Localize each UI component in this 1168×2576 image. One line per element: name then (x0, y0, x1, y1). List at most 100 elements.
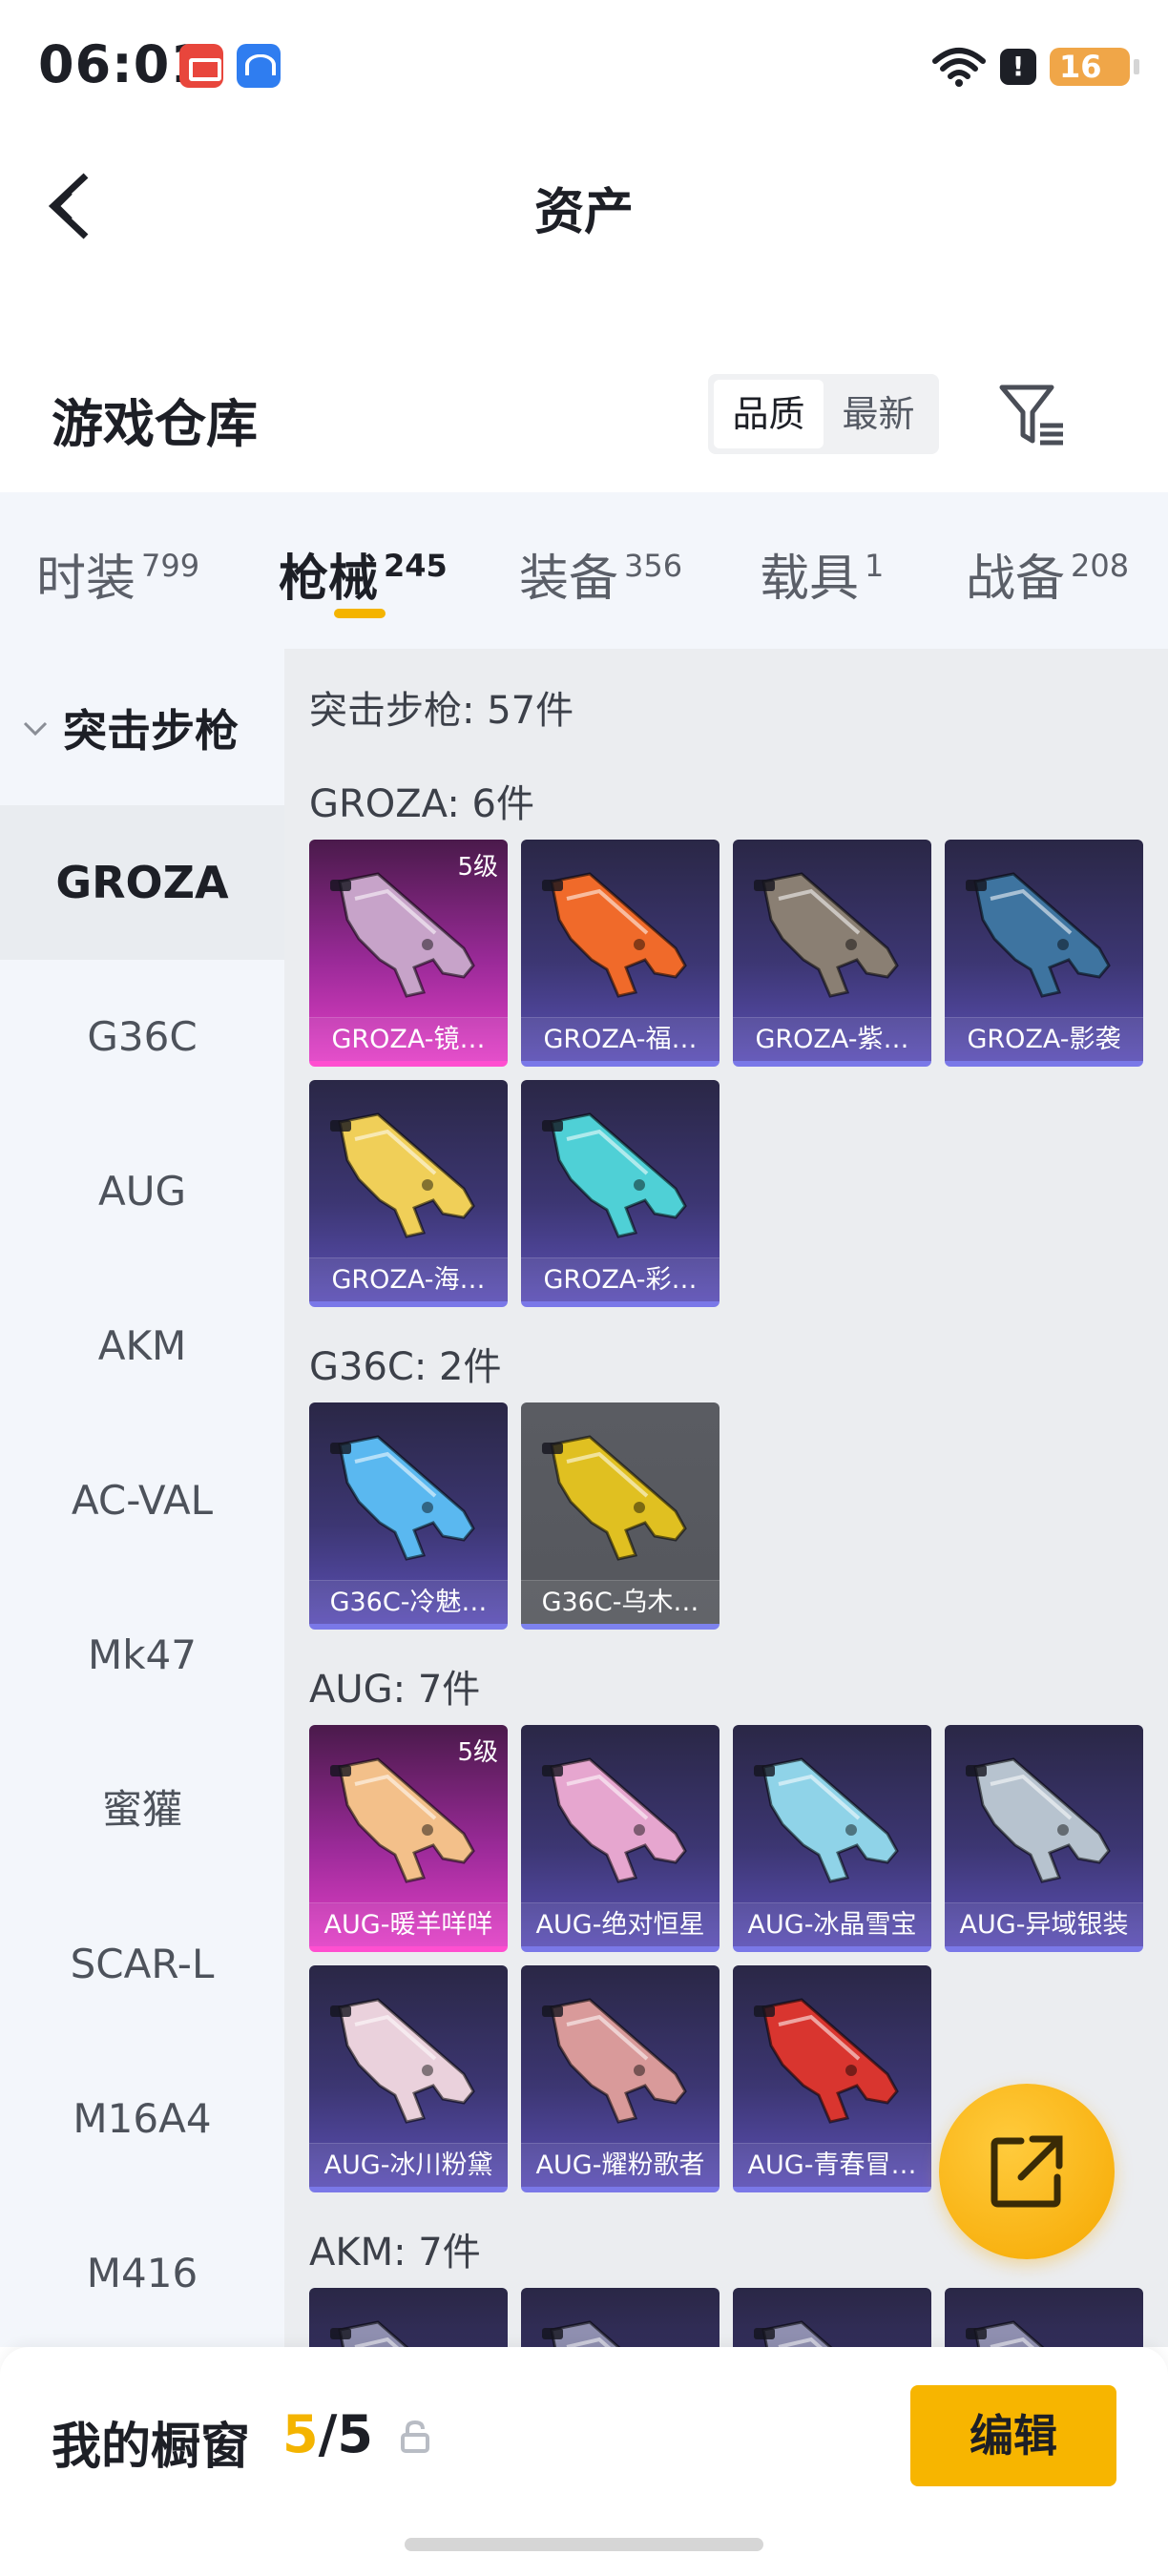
filter-icon[interactable] (998, 382, 1067, 448)
weapon-card[interactable]: GROZA-影袭 (945, 840, 1143, 1067)
weapon-name: AUG-暖羊咩咩 (309, 1902, 508, 1946)
sidebar-item-g36c[interactable]: G36C (0, 960, 284, 1114)
tab-count: 799 (141, 548, 200, 584)
weapon-name: GROZA-紫… (733, 1017, 931, 1061)
weapon-card[interactable]: AUG-耀粉歌者 (521, 1965, 720, 2192)
weapon-name: GROZA-彩… (521, 1257, 720, 1301)
tab-supplies[interactable]: 战备 208 (966, 538, 1129, 610)
sidebar-item-mk47[interactable]: Mk47 (0, 1578, 284, 1733)
weapon-card[interactable]: 5级 AUG-暖羊咩咩 (309, 1725, 508, 1952)
section-title: G36C: 2件 (309, 1345, 502, 1389)
lock-icon (401, 2420, 429, 2453)
tab-count: 245 (384, 548, 448, 584)
tab-label: 载具 (760, 551, 860, 608)
share-icon (991, 2135, 1063, 2208)
sidebar-item-m416[interactable]: M416 (0, 2196, 284, 2347)
weapon-card[interactable] (733, 2288, 931, 2347)
weapon-skin-image (330, 1435, 475, 1561)
category-tabs: 时装 799 枪械 245 装备 356 载具 1 战备 208 (0, 492, 1168, 649)
home-indicator (405, 2538, 763, 2551)
level-badge: 5级 (457, 1738, 498, 1767)
weapon-skin-image (754, 1998, 899, 2124)
level-badge: 5级 (457, 853, 498, 882)
weapon-skin-image (542, 2320, 621, 2347)
nav-header: 资产 (0, 153, 1168, 258)
showcase-total: 5 (337, 2404, 373, 2464)
weapon-name: AUG-冰晶雪宝 (733, 1902, 931, 1946)
sidebar-group-label: 突击步枪 (63, 705, 239, 757)
tab-count: 208 (1071, 548, 1130, 584)
weapon-skin-image (966, 1757, 1111, 1883)
weapon-name: GROZA-海… (309, 1257, 508, 1301)
showcase-current: 5 (282, 2404, 319, 2464)
section-title: AKM: 7件 (309, 2231, 481, 2275)
sidebar-item-aug[interactable]: AUG (0, 1114, 284, 1269)
weapon-skin-image (754, 2320, 833, 2347)
weapon-name: AUG-异域银装 (945, 1902, 1143, 1946)
weapon-card[interactable]: AUG-冰晶雪宝 (733, 1725, 931, 1952)
weapon-name: G36C-乌木… (521, 1580, 720, 1624)
weapon-name: AUG-耀粉歌者 (521, 2143, 720, 2187)
active-tab-indicator (334, 609, 386, 618)
weapon-card[interactable]: G36C-乌木… (521, 1402, 720, 1630)
weapon-skin-image (542, 1757, 687, 1883)
edit-button[interactable]: 编辑 (910, 2385, 1116, 2486)
category-summary: 突击步枪: 57件 (309, 689, 574, 733)
chevron-down-icon (23, 721, 48, 737)
battery-indicator: 16 (1050, 48, 1139, 86)
weapon-skin-image (754, 872, 899, 998)
tab-label: 装备 (519, 551, 619, 608)
weapon-sidebar: 突击步枪 GROZA G36C AUG AKM AC-VAL Mk47 蜜獾 SCAR-L M1… (0, 649, 284, 2347)
weapon-card[interactable]: GROZA-彩… (521, 1080, 720, 1307)
weapon-card[interactable]: 5级 GROZA-镜… (309, 840, 508, 1067)
tab-label: 枪械 (279, 551, 379, 608)
status-bar: 06:01 ! 16 (0, 0, 1168, 134)
weapon-skin-image (542, 1112, 687, 1238)
weapon-card[interactable]: AUG-冰川粉黛 (309, 1965, 508, 2192)
weapon-card[interactable]: GROZA-海… (309, 1080, 508, 1307)
weapon-name: GROZA-影袭 (945, 1017, 1143, 1061)
weapon-skin-image (330, 2320, 409, 2347)
weapon-card[interactable] (945, 2288, 1143, 2347)
wifi-icon (932, 48, 986, 87)
sidebar-item-groza[interactable]: GROZA (0, 805, 284, 960)
sidebar-item-蜜獾[interactable]: 蜜獾 (0, 1733, 284, 1887)
showcase-separator: / (318, 2404, 338, 2464)
tab-vehicles[interactable]: 载具 1 (760, 538, 884, 610)
tab-label: 战备 (966, 551, 1066, 608)
sort-quality-button[interactable]: 品质 (714, 380, 824, 448)
sidebar-group-assault-rifles[interactable]: 突击步枪 (21, 696, 239, 759)
sort-newest-button[interactable]: 最新 (824, 380, 933, 448)
tab-fashion[interactable]: 时装 799 (36, 538, 199, 610)
weapon-skin-image (542, 1998, 687, 2124)
weapon-card[interactable]: AUG-异域银装 (945, 1725, 1143, 1952)
tab-count: 356 (624, 548, 683, 584)
tab-label: 时装 (36, 551, 136, 608)
sort-toggle: 品质 最新 (708, 374, 939, 454)
weapon-card[interactable]: GROZA-福… (521, 840, 720, 1067)
weapon-card[interactable]: AUG-绝对恒星 (521, 1725, 720, 1952)
showcase-count: 5/5 (282, 2404, 373, 2464)
weapon-skin-image (966, 872, 1111, 998)
sidebar-item-ac-val[interactable]: AC-VAL (0, 1423, 284, 1578)
recorder-app-icon (179, 44, 223, 88)
section-title: AUG: 7件 (309, 1668, 481, 1712)
weapon-card[interactable]: GROZA-紫… (733, 840, 931, 1067)
sidebar-item-akm[interactable]: AKM (0, 1269, 284, 1423)
weapon-skin-image (542, 1435, 687, 1561)
tab-firearms[interactable]: 枪械 245 (279, 538, 448, 610)
weapon-card[interactable] (521, 2288, 720, 2347)
share-button[interactable] (939, 2084, 1115, 2259)
sidebar-item-m16a4[interactable]: M16A4 (0, 2042, 284, 2196)
weapon-name: AUG-绝对恒星 (521, 1902, 720, 1946)
weapon-name: GROZA-福… (521, 1017, 720, 1061)
weapon-card[interactable]: AUG-青春冒… (733, 1965, 931, 2192)
weapon-skin-image (330, 1112, 475, 1238)
weapon-skin-image (966, 2320, 1045, 2347)
weapon-card[interactable]: G36C-冷魅… (309, 1402, 508, 1630)
section-title: GROZA: 6件 (309, 782, 534, 826)
weapon-card[interactable] (309, 2288, 508, 2347)
tab-gear[interactable]: 装备 356 (519, 538, 682, 610)
sidebar-item-scar-l[interactable]: SCAR-L (0, 1887, 284, 2042)
warehouse-title: 游戏仓库 (52, 394, 258, 454)
